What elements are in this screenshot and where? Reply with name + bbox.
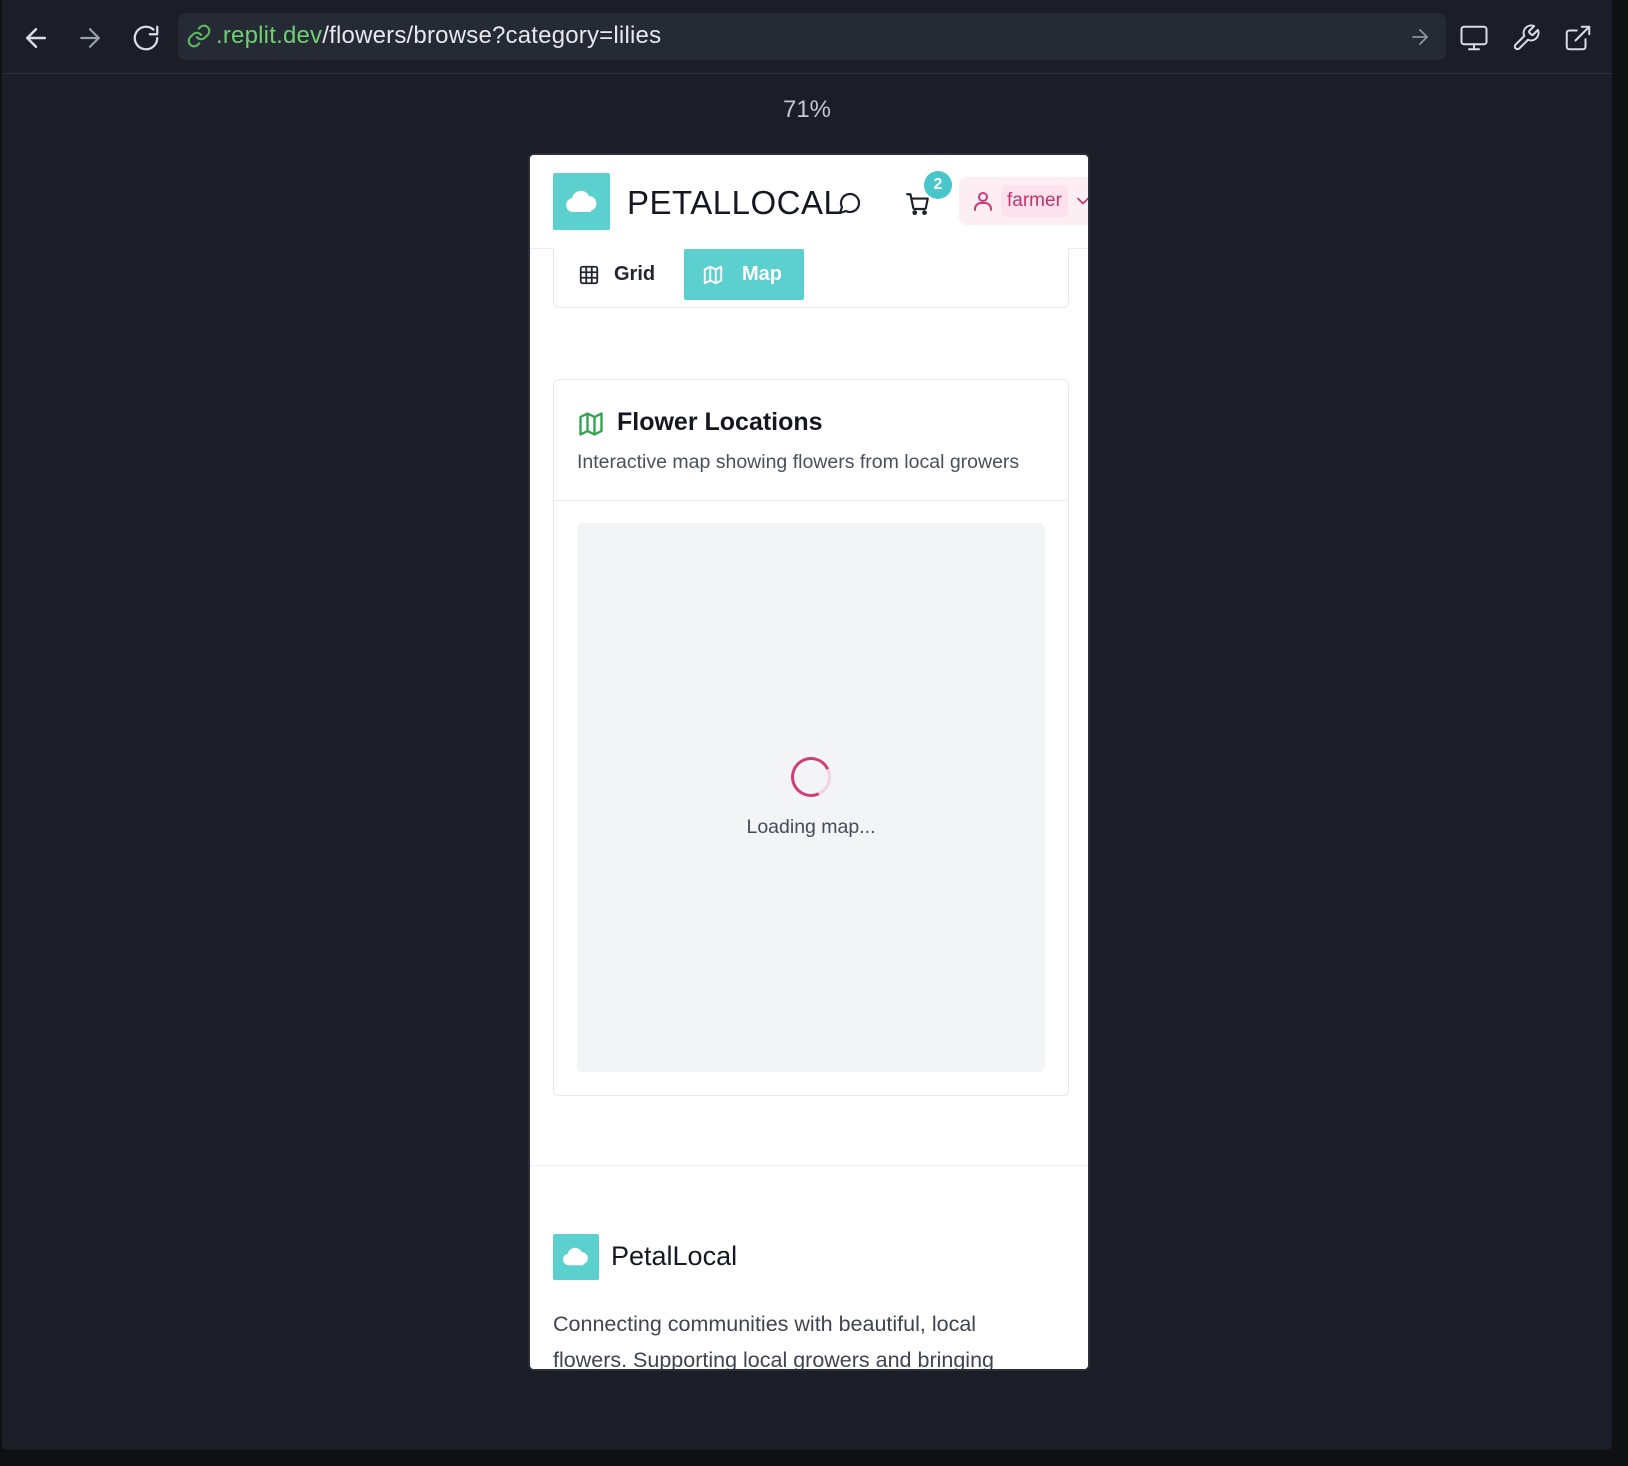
loading-spinner [785,751,837,803]
footer-brand: PetalLocal [611,1241,738,1271]
view-toggle: Grid Map [553,248,1069,308]
user-icon [974,192,992,211]
address-bar[interactable]: .replit.dev/flowers/browse?category=lili… [178,13,1446,60]
forward-button[interactable] [70,18,110,58]
device-preview-button[interactable] [1454,18,1494,58]
link-icon [187,24,211,48]
flower-locations-card: Flower Locations Interactive map showing… [553,379,1069,1096]
map-container[interactable]: Loading map... [577,523,1045,1072]
map-view-label: Map [742,263,782,285]
loading-text: Loading map... [746,816,876,838]
monitor-icon [1460,25,1488,51]
map-view-button[interactable]: Map [684,249,804,300]
device-viewport: PETALLOCAL 2 farmer Grid Map Flower Loca… [530,155,1088,1369]
card-title: Flower Locations [617,408,823,436]
zoom-level: 71% [782,96,832,123]
reload-icon [133,25,159,51]
wrench-icon [1513,24,1540,51]
back-button[interactable] [16,18,56,58]
grid-view-button[interactable]: Grid [564,249,684,300]
map-icon [703,265,723,284]
map-icon [579,412,603,436]
brand-name[interactable]: PETALLOCAL [627,184,842,222]
site-footer: PetalLocal Connecting communities with b… [530,1165,1088,1369]
brand-logo[interactable] [553,173,610,230]
cloud-icon [562,1247,588,1266]
url-text: .replit.dev/flowers/browse?category=lili… [216,22,661,50]
grid-view-label: Grid [614,263,656,285]
open-new-tab-button[interactable] [1558,18,1598,58]
cart-count-badge: 2 [924,171,952,199]
go-arrow-icon[interactable] [1408,25,1432,49]
footer-logo [553,1234,599,1280]
arrow-right-icon [80,28,100,48]
card-header: Flower Locations Interactive map showing… [554,380,1067,501]
grid-icon [579,265,599,284]
external-link-icon [1565,25,1591,51]
reload-button[interactable] [126,18,166,58]
footer-description: Connecting communities with beautiful, l… [553,1312,994,1369]
user-menu-button[interactable]: farmer [959,177,1088,225]
browser-window: .replit.dev/flowers/browse?category=lili… [2,0,1612,1450]
user-name: farmer [1001,185,1068,217]
card-subtitle: Interactive map showing flowers from loc… [577,451,1020,473]
url-domain: .replit.dev [216,22,323,49]
browser-toolbar: .replit.dev/flowers/browse?category=lili… [2,0,1612,74]
chat-icon[interactable] [838,191,862,215]
chevron-down-icon [1077,197,1088,205]
url-path: /flowers/browse?category=lilies [322,22,662,49]
arrow-left-icon [26,28,46,48]
devtools-button[interactable] [1506,18,1546,58]
cloud-icon [565,190,596,212]
app-navbar: PETALLOCAL 2 farmer [530,155,1088,249]
